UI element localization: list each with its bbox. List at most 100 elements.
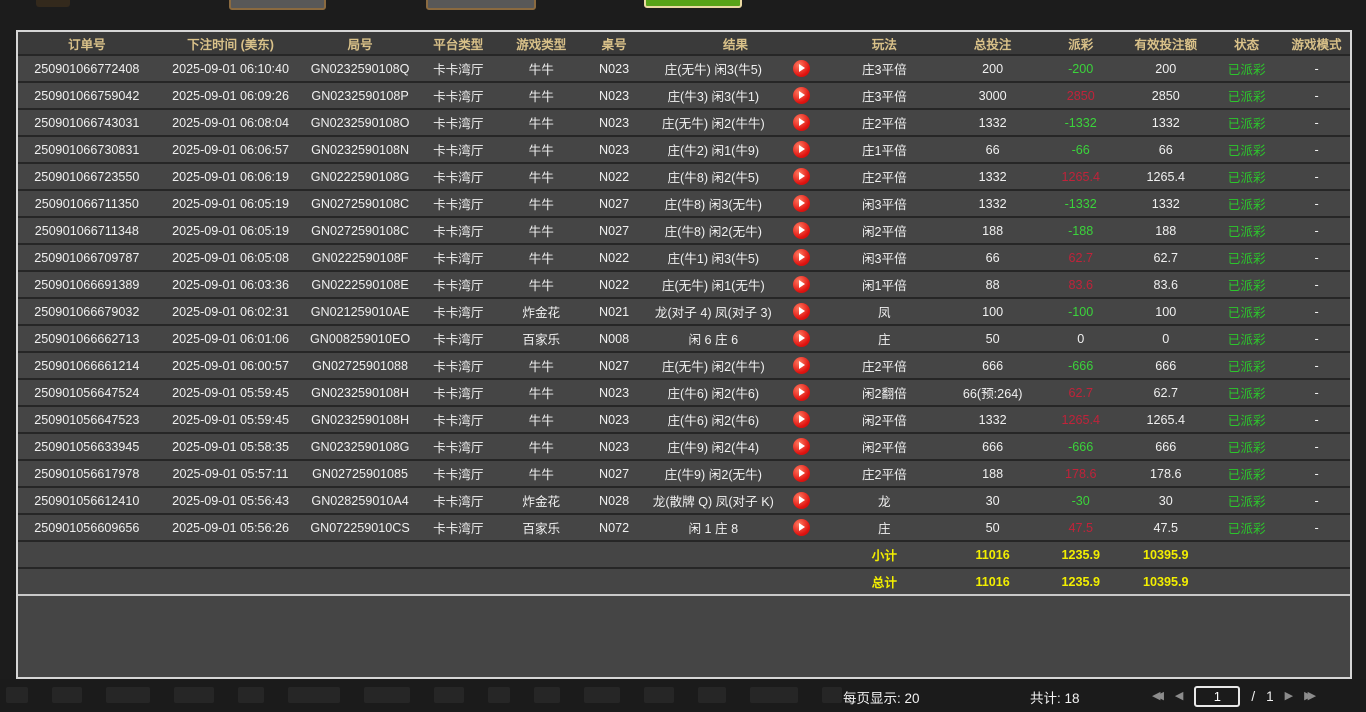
cell-round-id: GN02725901085 — [305, 460, 414, 487]
cell-game-type: 牛牛 — [502, 55, 581, 82]
cell-valid-bet: 62.7 — [1121, 244, 1210, 271]
cell-total-bet: 66(预:264) — [945, 379, 1040, 406]
cell-play: 闲2平倍 — [824, 433, 945, 460]
replay-icon[interactable] — [793, 438, 810, 455]
replay-icon[interactable] — [793, 519, 810, 536]
cell-play: 庄 — [824, 514, 945, 541]
pagination-last-button[interactable]: ▶▶ — [1304, 683, 1316, 709]
cell-replay — [779, 82, 824, 109]
cell-platform: 卡卡湾厅 — [415, 406, 502, 433]
replay-icon[interactable] — [793, 384, 810, 401]
cell-game-mode: - — [1283, 487, 1350, 514]
replay-icon[interactable] — [793, 249, 810, 266]
dimmed-button-shape — [584, 687, 620, 703]
cell-table-no: N027 — [581, 352, 648, 379]
cell-round-id: GN0222590108E — [305, 271, 414, 298]
pager-controls: ◀◀ ◀ / 1 ▶ ▶▶ — [1152, 683, 1316, 709]
bet-record-row: 2509010566475242025-09-01 05:59:45GN0232… — [18, 379, 1350, 406]
replay-icon[interactable] — [793, 276, 810, 293]
cell-game-mode: - — [1283, 352, 1350, 379]
cell-replay — [779, 244, 824, 271]
cell-game-type: 牛牛 — [502, 136, 581, 163]
top-tab-button-active[interactable] — [644, 0, 742, 8]
cell-valid-bet: 66 — [1121, 136, 1210, 163]
cell-result: 龙(对子 4) 凤(对子 3) — [648, 298, 780, 325]
replay-icon[interactable] — [793, 114, 810, 131]
background-artifact — [36, 0, 70, 7]
replay-icon[interactable] — [793, 330, 810, 347]
total-count-label: 共计: 18 — [1030, 687, 1080, 707]
subtotal-total-bet: 11016 — [945, 541, 1040, 568]
top-tab-button-2[interactable] — [426, 0, 536, 10]
cell-replay — [779, 514, 824, 541]
cell-table-no: N072 — [581, 514, 648, 541]
bet-record-row: 2509010666612142025-09-01 06:00:57GN0272… — [18, 352, 1350, 379]
cell-result: 闲 1 庄 8 — [648, 514, 780, 541]
dimmed-button-shape — [6, 687, 28, 703]
cell-game-mode: - — [1283, 379, 1350, 406]
pagination-next-button[interactable]: ▶ — [1285, 683, 1293, 709]
cell-round-id: GN0232590108H — [305, 406, 414, 433]
cell-round-id: GN028259010A4 — [305, 487, 414, 514]
subtotal-row: 小计 11016 1235.9 10395.9 — [18, 541, 1350, 568]
table-header-row: 订单号 下注时间 (美东) 局号 平台类型 游戏类型 桌号 结果 玩法 总投注 … — [18, 32, 1350, 55]
replay-icon[interactable] — [793, 357, 810, 374]
cell-status: 已派彩 — [1210, 271, 1283, 298]
cell-play: 闲3平倍 — [824, 244, 945, 271]
cell-valid-bet: 83.6 — [1121, 271, 1210, 298]
cell-round-id: GN0272590108C — [305, 217, 414, 244]
pagination-prev-button[interactable]: ◀ — [1175, 683, 1183, 709]
bet-record-row: 2509010666913892025-09-01 06:03:36GN0222… — [18, 271, 1350, 298]
cell-result: 庄(无牛) 闲2(牛牛) — [648, 109, 780, 136]
top-tab-button-1[interactable] — [229, 0, 326, 10]
cell-valid-bet: 1332 — [1121, 190, 1210, 217]
cell-game-type: 牛牛 — [502, 271, 581, 298]
cell-result: 庄(无牛) 闲3(牛5) — [648, 55, 780, 82]
cell-platform: 卡卡湾厅 — [415, 433, 502, 460]
cell-table-no: N028 — [581, 487, 648, 514]
cell-payout: -1332 — [1040, 109, 1121, 136]
replay-icon[interactable] — [793, 492, 810, 509]
cell-total-bet: 200 — [945, 55, 1040, 82]
replay-icon[interactable] — [793, 168, 810, 185]
replay-icon[interactable] — [793, 60, 810, 77]
replay-icon[interactable] — [793, 222, 810, 239]
dimmed-button-shape — [698, 687, 726, 703]
replay-icon[interactable] — [793, 303, 810, 320]
cell-game-mode: - — [1283, 55, 1350, 82]
cell-result: 庄(牛8) 闲3(无牛) — [648, 190, 780, 217]
cell-game-type: 牛牛 — [502, 244, 581, 271]
cell-game-type: 牛牛 — [502, 379, 581, 406]
cell-play: 庄3平倍 — [824, 55, 945, 82]
cell-replay — [779, 163, 824, 190]
cell-replay — [779, 325, 824, 352]
cell-game-mode: - — [1283, 433, 1350, 460]
page-number-input[interactable] — [1194, 686, 1240, 707]
pagination-first-button[interactable]: ◀◀ — [1152, 683, 1164, 709]
cell-total-bet: 66 — [945, 136, 1040, 163]
dimmed-button-shape — [822, 687, 842, 703]
cell-bet-time: 2025-09-01 06:05:08 — [156, 244, 306, 271]
replay-icon[interactable] — [793, 87, 810, 104]
cell-table-no: N027 — [581, 217, 648, 244]
cell-bet-time: 2025-09-01 06:08:04 — [156, 109, 306, 136]
bet-record-row: 2509010667590422025-09-01 06:09:26GN0232… — [18, 82, 1350, 109]
replay-icon[interactable] — [793, 141, 810, 158]
cell-game-mode: - — [1283, 406, 1350, 433]
cell-total-bet: 50 — [945, 325, 1040, 352]
replay-icon[interactable] — [793, 195, 810, 212]
cell-game-type: 牛牛 — [502, 460, 581, 487]
cell-bet-time: 2025-09-01 05:57:11 — [156, 460, 306, 487]
cell-table-no: N027 — [581, 460, 648, 487]
cell-total-bet: 188 — [945, 460, 1040, 487]
cell-round-id: GN0232590108Q — [305, 55, 414, 82]
cell-valid-bet: 0 — [1121, 325, 1210, 352]
replay-icon[interactable] — [793, 465, 810, 482]
replay-icon[interactable] — [793, 411, 810, 428]
cell-total-bet: 1332 — [945, 109, 1040, 136]
bet-record-row: 2509010667308312025-09-01 06:06:57GN0232… — [18, 136, 1350, 163]
cell-valid-bet: 666 — [1121, 352, 1210, 379]
cell-game-type: 炸金花 — [502, 298, 581, 325]
cell-replay — [779, 406, 824, 433]
subtotal-payout: 1235.9 — [1040, 541, 1121, 568]
